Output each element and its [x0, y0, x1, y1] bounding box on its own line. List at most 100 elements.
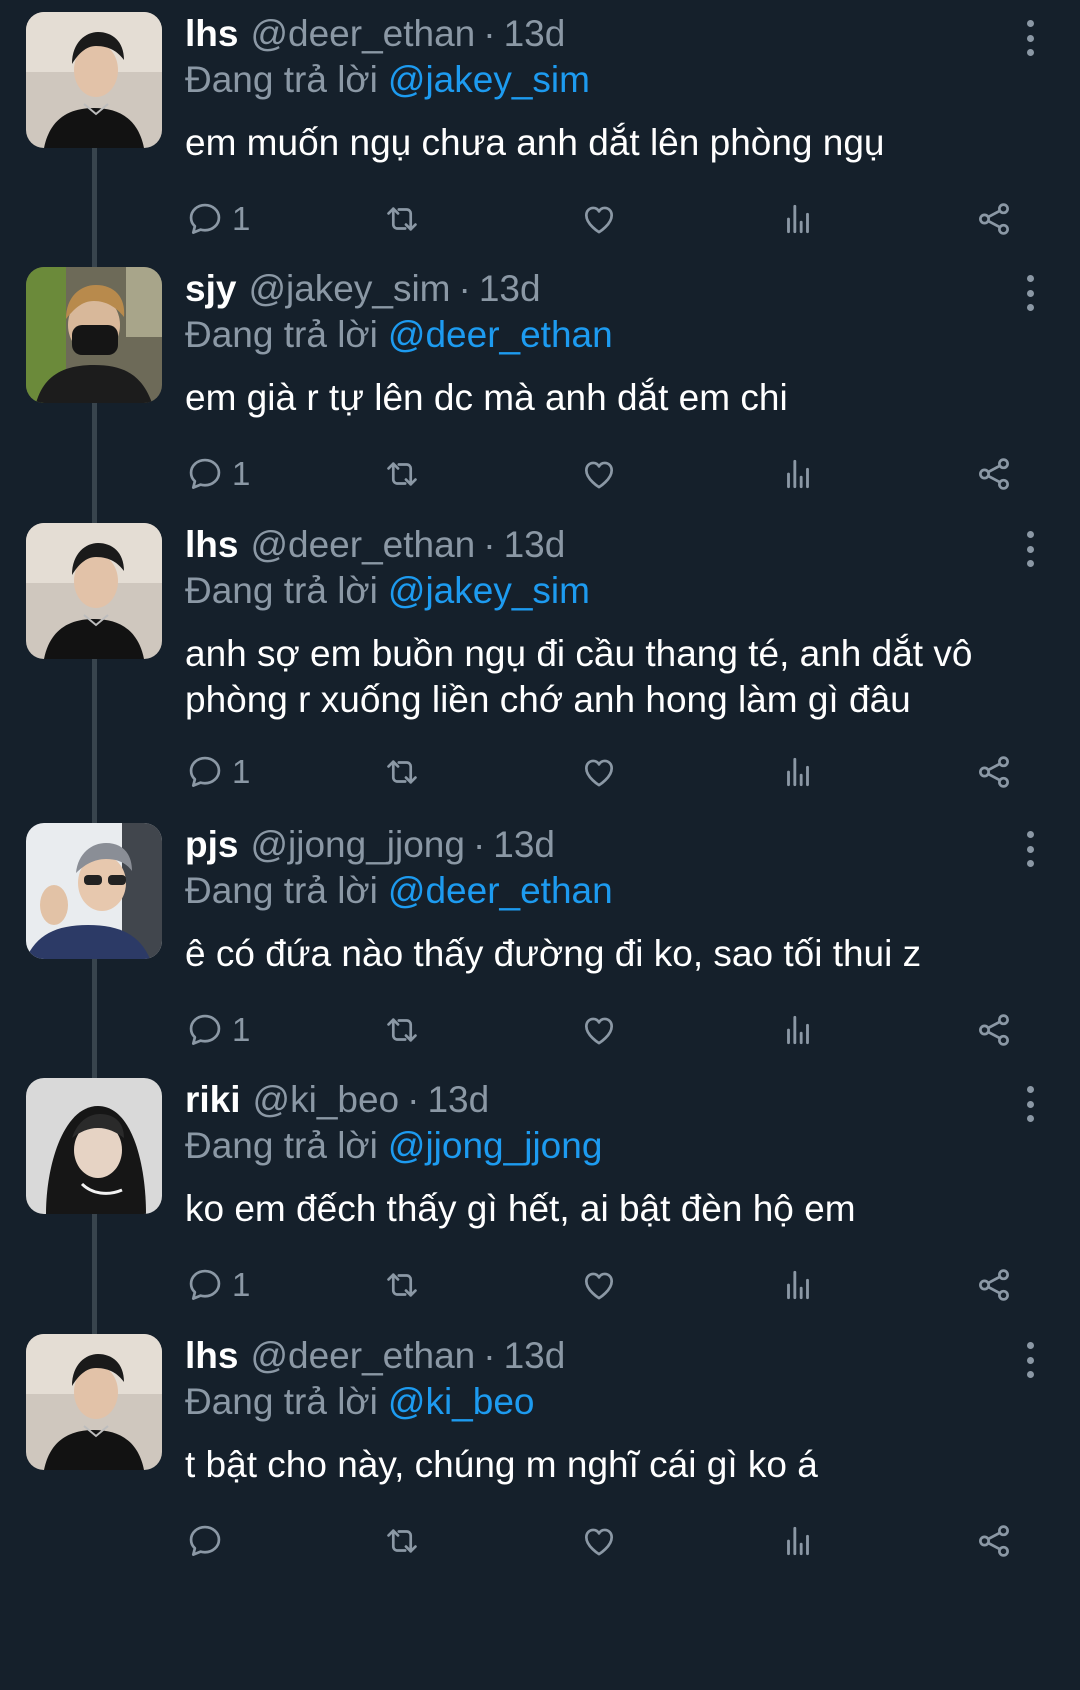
share-button[interactable] — [975, 1519, 1013, 1563]
more-options-icon[interactable] — [1022, 1086, 1038, 1122]
share-icon — [975, 200, 1013, 238]
timestamp[interactable]: 13d — [427, 1078, 489, 1122]
views-icon — [779, 1522, 817, 1560]
avatar[interactable] — [26, 12, 162, 148]
user-handle[interactable]: @jakey_sim — [248, 267, 450, 311]
reply-button[interactable]: 1 — [186, 750, 250, 794]
avatar[interactable] — [26, 823, 162, 959]
retweet-button[interactable] — [383, 1519, 421, 1563]
display-name[interactable]: sjy — [185, 267, 236, 311]
like-button[interactable] — [580, 1263, 618, 1307]
reply-button[interactable]: 1 — [186, 1008, 250, 1052]
reply-button[interactable] — [186, 1519, 232, 1563]
retweet-icon — [383, 455, 421, 493]
timestamp[interactable]: 13d — [504, 12, 566, 56]
share-button[interactable] — [975, 197, 1013, 241]
views-button[interactable] — [779, 1263, 817, 1307]
display-name[interactable]: pjs — [185, 823, 238, 867]
tweet-actions: 1 — [0, 197, 1080, 241]
like-button[interactable] — [580, 197, 618, 241]
retweet-button[interactable] — [383, 1263, 421, 1307]
display-name[interactable]: lhs — [185, 523, 238, 567]
share-icon — [975, 455, 1013, 493]
views-button[interactable] — [779, 750, 817, 794]
views-icon — [779, 200, 817, 238]
mention-link[interactable]: @jakey_sim — [388, 570, 590, 611]
more-options-icon[interactable] — [1022, 531, 1038, 567]
like-icon — [580, 455, 618, 493]
timestamp[interactable]: 13d — [504, 523, 566, 567]
separator-dot: · — [483, 13, 496, 54]
timestamp[interactable]: 13d — [479, 267, 541, 311]
like-icon — [580, 1522, 618, 1560]
views-button[interactable] — [779, 452, 817, 496]
reply-icon — [186, 753, 224, 791]
like-button[interactable] — [580, 1008, 618, 1052]
views-button[interactable] — [779, 1008, 817, 1052]
tweet-text: em già r tự lên dc mà anh dắt em chi — [185, 377, 788, 418]
reply-count: 1 — [232, 1266, 251, 1303]
avatar[interactable] — [26, 523, 162, 659]
retweet-icon — [383, 753, 421, 791]
like-button[interactable] — [580, 750, 618, 794]
share-button[interactable] — [975, 750, 1013, 794]
replying-to-label: Đang trả lời — [185, 570, 378, 611]
mention-link[interactable]: @deer_ethan — [388, 870, 613, 911]
mention-link[interactable]: @jjong_jjong — [388, 1125, 602, 1166]
share-icon — [975, 1011, 1013, 1049]
timestamp[interactable]: 13d — [493, 823, 555, 867]
replying-to-label: Đang trả lời — [185, 1381, 378, 1422]
tweet-item[interactable]: riki @ki_beo · 13d Đang trả lời @jjong_jjong k… — [0, 1078, 1080, 1313]
reply-button[interactable]: 1 — [186, 197, 250, 241]
reply-button[interactable]: 1 — [186, 1263, 250, 1307]
share-button[interactable] — [975, 1263, 1013, 1307]
tweet-actions: 1 — [0, 452, 1080, 496]
display-name[interactable]: riki — [185, 1078, 241, 1122]
replying-to: Đang trả lời @jakey_sim — [185, 58, 590, 102]
like-button[interactable] — [580, 452, 618, 496]
like-icon — [580, 1266, 618, 1304]
display-name[interactable]: lhs — [185, 12, 238, 56]
mention-link[interactable]: @ki_beo — [388, 1381, 535, 1422]
more-options-icon[interactable] — [1022, 275, 1038, 311]
retweet-button[interactable] — [383, 197, 421, 241]
reply-icon — [186, 1011, 224, 1049]
separator-dot: · — [483, 1335, 496, 1376]
share-icon — [975, 753, 1013, 791]
more-options-icon[interactable] — [1022, 1342, 1038, 1378]
user-handle[interactable]: @deer_ethan — [250, 1334, 475, 1378]
tweet-actions: 1 — [0, 750, 1080, 794]
timestamp[interactable]: 13d — [504, 1334, 566, 1378]
avatar[interactable] — [26, 1334, 162, 1470]
tweet-item[interactable]: lhs @deer_ethan · 13d Đang trả lời @jakey_sim… — [0, 523, 1080, 800]
more-options-icon[interactable] — [1022, 831, 1038, 867]
user-handle[interactable]: @ki_beo — [253, 1078, 400, 1122]
tweet-header: sjy @jakey_sim · 13d — [185, 267, 541, 311]
mention-link[interactable]: @deer_ethan — [388, 314, 613, 355]
avatar[interactable] — [26, 1078, 162, 1214]
share-button[interactable] — [975, 1008, 1013, 1052]
tweet-item[interactable]: lhs @deer_ethan · 13d Đang trả lời @jakey_sim… — [0, 12, 1080, 247]
like-icon — [580, 1011, 618, 1049]
tweet-header: pjs @jjong_jjong · 13d — [185, 823, 555, 867]
tweet-item[interactable]: sjy @jakey_sim · 13d Đang trả lời @deer_ethan… — [0, 267, 1080, 502]
views-button[interactable] — [779, 1519, 817, 1563]
user-handle[interactable]: @jjong_jjong — [250, 823, 464, 867]
like-button[interactable] — [580, 1519, 618, 1563]
retweet-button[interactable] — [383, 452, 421, 496]
reply-button[interactable]: 1 — [186, 452, 250, 496]
more-options-icon[interactable] — [1022, 20, 1038, 56]
replying-to-label: Đang trả lời — [185, 314, 378, 355]
retweet-button[interactable] — [383, 1008, 421, 1052]
user-handle[interactable]: @deer_ethan — [250, 523, 475, 567]
user-handle[interactable]: @deer_ethan — [250, 12, 475, 56]
tweet-text: anh sợ em buồn ngụ đi cầu thang té, anh … — [185, 633, 973, 720]
mention-link[interactable]: @jakey_sim — [388, 59, 590, 100]
views-button[interactable] — [779, 197, 817, 241]
display-name[interactable]: lhs — [185, 1334, 238, 1378]
tweet-item[interactable]: lhs @deer_ethan · 13d Đang trả lời @ki_beo t b… — [0, 1334, 1080, 1569]
avatar[interactable] — [26, 267, 162, 403]
retweet-button[interactable] — [383, 750, 421, 794]
tweet-item[interactable]: pjs @jjong_jjong · 13d Đang trả lời @deer_eth… — [0, 823, 1080, 1058]
share-button[interactable] — [975, 452, 1013, 496]
